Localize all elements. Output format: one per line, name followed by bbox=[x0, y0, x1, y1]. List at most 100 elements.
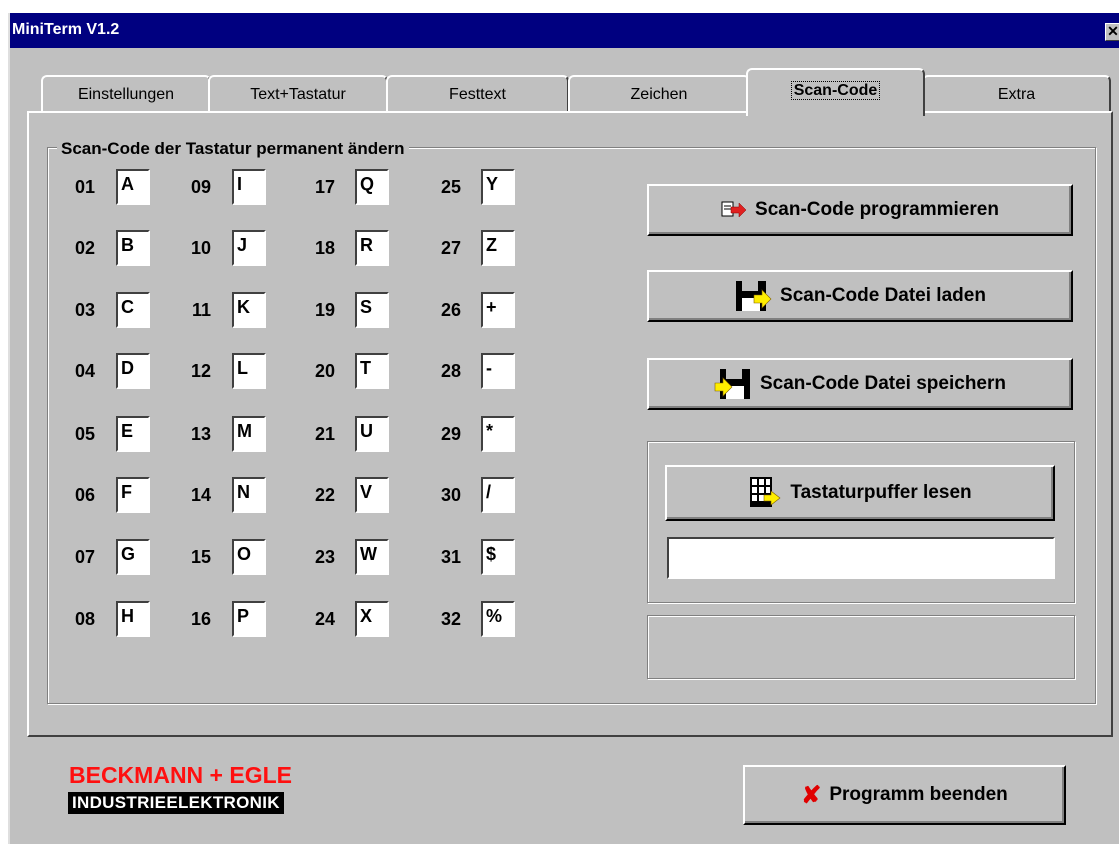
load-scan-code-file-label: Scan-Code Datei laden bbox=[780, 285, 986, 306]
tab-label: Scan-Code bbox=[790, 81, 881, 100]
scan-code-number: 09 bbox=[190, 177, 211, 197]
scan-code-number: 20 bbox=[314, 361, 335, 381]
close-button[interactable]: ✕ bbox=[1105, 23, 1119, 41]
scan-code-input[interactable]: C bbox=[116, 292, 150, 328]
scan-code-number: 03 bbox=[74, 300, 95, 320]
tab-zeichen[interactable]: Zeichen bbox=[568, 75, 750, 113]
read-keyboard-buffer-label: Tastaturpuffer lesen bbox=[790, 482, 972, 503]
scan-code-input[interactable]: O bbox=[232, 539, 266, 575]
file-arrow-icon bbox=[721, 200, 747, 220]
scan-code-number: 12 bbox=[190, 361, 211, 381]
scan-code-number: 18 bbox=[314, 238, 335, 258]
company-logo-subtitle: INDUSTRIEELEKTRONIK bbox=[68, 792, 284, 814]
scan-code-number: 07 bbox=[74, 547, 95, 567]
app-window: MiniTerm V1.2 ✕ Einstellungen Text+Tastat… bbox=[8, 13, 1119, 844]
scan-code-number: 11 bbox=[191, 300, 211, 320]
scan-code-input[interactable]: $ bbox=[481, 539, 515, 575]
scan-code-number: 14 bbox=[190, 485, 211, 505]
scan-code-number: 10 bbox=[190, 238, 211, 258]
tab-extra[interactable]: Extra bbox=[922, 75, 1111, 113]
keypad-icon bbox=[748, 476, 782, 510]
scan-code-number: 27 bbox=[440, 238, 461, 258]
scan-code-input[interactable]: U bbox=[355, 416, 389, 452]
scan-code-number: 30 bbox=[440, 485, 461, 505]
scan-code-input[interactable]: M bbox=[232, 416, 266, 452]
tab-label: Extra bbox=[997, 86, 1036, 103]
scan-code-input[interactable]: * bbox=[481, 416, 515, 452]
scan-code-input[interactable]: K bbox=[232, 292, 266, 328]
scan-code-input[interactable]: T bbox=[355, 353, 389, 389]
load-scan-code-file-button[interactable]: Scan-Code Datei laden bbox=[647, 270, 1073, 322]
scan-code-number: 26 bbox=[440, 300, 461, 320]
scan-code-input[interactable]: % bbox=[481, 601, 515, 637]
program-scan-code-button[interactable]: Scan-Code programmieren bbox=[647, 184, 1073, 236]
exit-program-button[interactable]: ✘ Programm beenden bbox=[743, 765, 1066, 825]
scan-code-number: 28 bbox=[440, 361, 461, 381]
scan-code-input[interactable]: Y bbox=[481, 169, 515, 205]
scan-code-number: 08 bbox=[74, 609, 95, 629]
save-scan-code-file-button[interactable]: Scan-Code Datei speichern bbox=[647, 358, 1073, 410]
scan-code-number: 22 bbox=[314, 485, 335, 505]
scan-code-input[interactable]: R bbox=[355, 230, 389, 266]
keyboard-buffer-field[interactable] bbox=[667, 537, 1055, 579]
scan-code-number: 17 bbox=[314, 177, 335, 197]
red-x-icon: ✘ bbox=[801, 781, 822, 809]
program-scan-code-label: Scan-Code programmieren bbox=[755, 199, 999, 220]
scan-code-number: 16 bbox=[190, 609, 211, 629]
scan-code-input[interactable]: I bbox=[232, 169, 266, 205]
scan-code-number: 05 bbox=[74, 424, 95, 444]
scan-code-number: 25 bbox=[440, 177, 461, 197]
scan-code-input[interactable]: A bbox=[116, 169, 150, 205]
scan-code-panel: Scan-Code der Tastatur permanent ändern … bbox=[27, 111, 1113, 737]
scan-code-number: 21 bbox=[314, 424, 335, 444]
group-title: Scan-Code der Tastatur permanent ändern bbox=[57, 139, 409, 159]
scan-code-number: 15 bbox=[190, 547, 211, 567]
tab-label: Text+Tastatur bbox=[250, 86, 346, 103]
scan-code-number: 31 bbox=[440, 547, 461, 567]
scan-code-input[interactable]: E bbox=[116, 416, 150, 452]
scan-code-input[interactable]: Q bbox=[355, 169, 389, 205]
read-keyboard-buffer-button[interactable]: Tastaturpuffer lesen bbox=[665, 465, 1055, 521]
scan-code-input[interactable]: + bbox=[481, 292, 515, 328]
tab-festtext[interactable]: Festtext bbox=[386, 75, 569, 113]
scan-code-input[interactable]: Z bbox=[481, 230, 515, 266]
scan-code-input[interactable]: - bbox=[481, 353, 515, 389]
floppy-save-icon bbox=[714, 367, 752, 401]
scan-code-number: 13 bbox=[190, 424, 211, 444]
scan-code-input[interactable]: W bbox=[355, 539, 389, 575]
floppy-load-icon bbox=[734, 279, 772, 313]
window-title: MiniTerm V1.2 bbox=[12, 21, 120, 38]
company-logo-name: BECKMANN + EGLE bbox=[69, 762, 292, 788]
tab-label: Einstellungen bbox=[77, 86, 175, 103]
scan-code-number: 32 bbox=[440, 609, 461, 629]
save-scan-code-file-label: Scan-Code Datei speichern bbox=[759, 373, 1007, 394]
scan-code-number: 01 bbox=[74, 177, 95, 197]
scan-code-input[interactable]: X bbox=[355, 601, 389, 637]
scan-code-input[interactable]: / bbox=[481, 477, 515, 513]
scan-code-number: 06 bbox=[74, 485, 95, 505]
scan-code-input[interactable]: L bbox=[232, 353, 266, 389]
title-bar: MiniTerm V1.2 ✕ bbox=[10, 13, 1119, 48]
scan-code-number: 19 bbox=[314, 300, 335, 320]
tab-text-tastatur[interactable]: Text+Tastatur bbox=[208, 75, 388, 113]
scan-code-input[interactable]: H bbox=[116, 601, 150, 637]
scan-code-number: 02 bbox=[74, 238, 95, 258]
scan-code-input[interactable]: B bbox=[116, 230, 150, 266]
scan-code-number: 29 bbox=[440, 424, 461, 444]
scan-code-input[interactable]: V bbox=[355, 477, 389, 513]
tab-label: Festtext bbox=[449, 86, 506, 103]
scan-code-number: 24 bbox=[314, 609, 335, 629]
scan-code-input[interactable]: N bbox=[232, 477, 266, 513]
scan-code-input[interactable]: F bbox=[116, 477, 150, 513]
scan-code-number: 04 bbox=[74, 361, 95, 381]
scan-code-input[interactable]: G bbox=[116, 539, 150, 575]
tab-label: Zeichen bbox=[630, 86, 688, 103]
scan-code-input[interactable]: P bbox=[232, 601, 266, 637]
scan-code-input[interactable]: S bbox=[355, 292, 389, 328]
tab-einstellungen[interactable]: Einstellungen bbox=[41, 75, 211, 113]
exit-program-label: Programm beenden bbox=[829, 784, 1008, 805]
scan-code-input[interactable]: J bbox=[232, 230, 266, 266]
scan-code-input[interactable]: D bbox=[116, 353, 150, 389]
status-area bbox=[647, 615, 1075, 679]
tab-scan-code[interactable]: Scan-Code bbox=[746, 68, 925, 116]
